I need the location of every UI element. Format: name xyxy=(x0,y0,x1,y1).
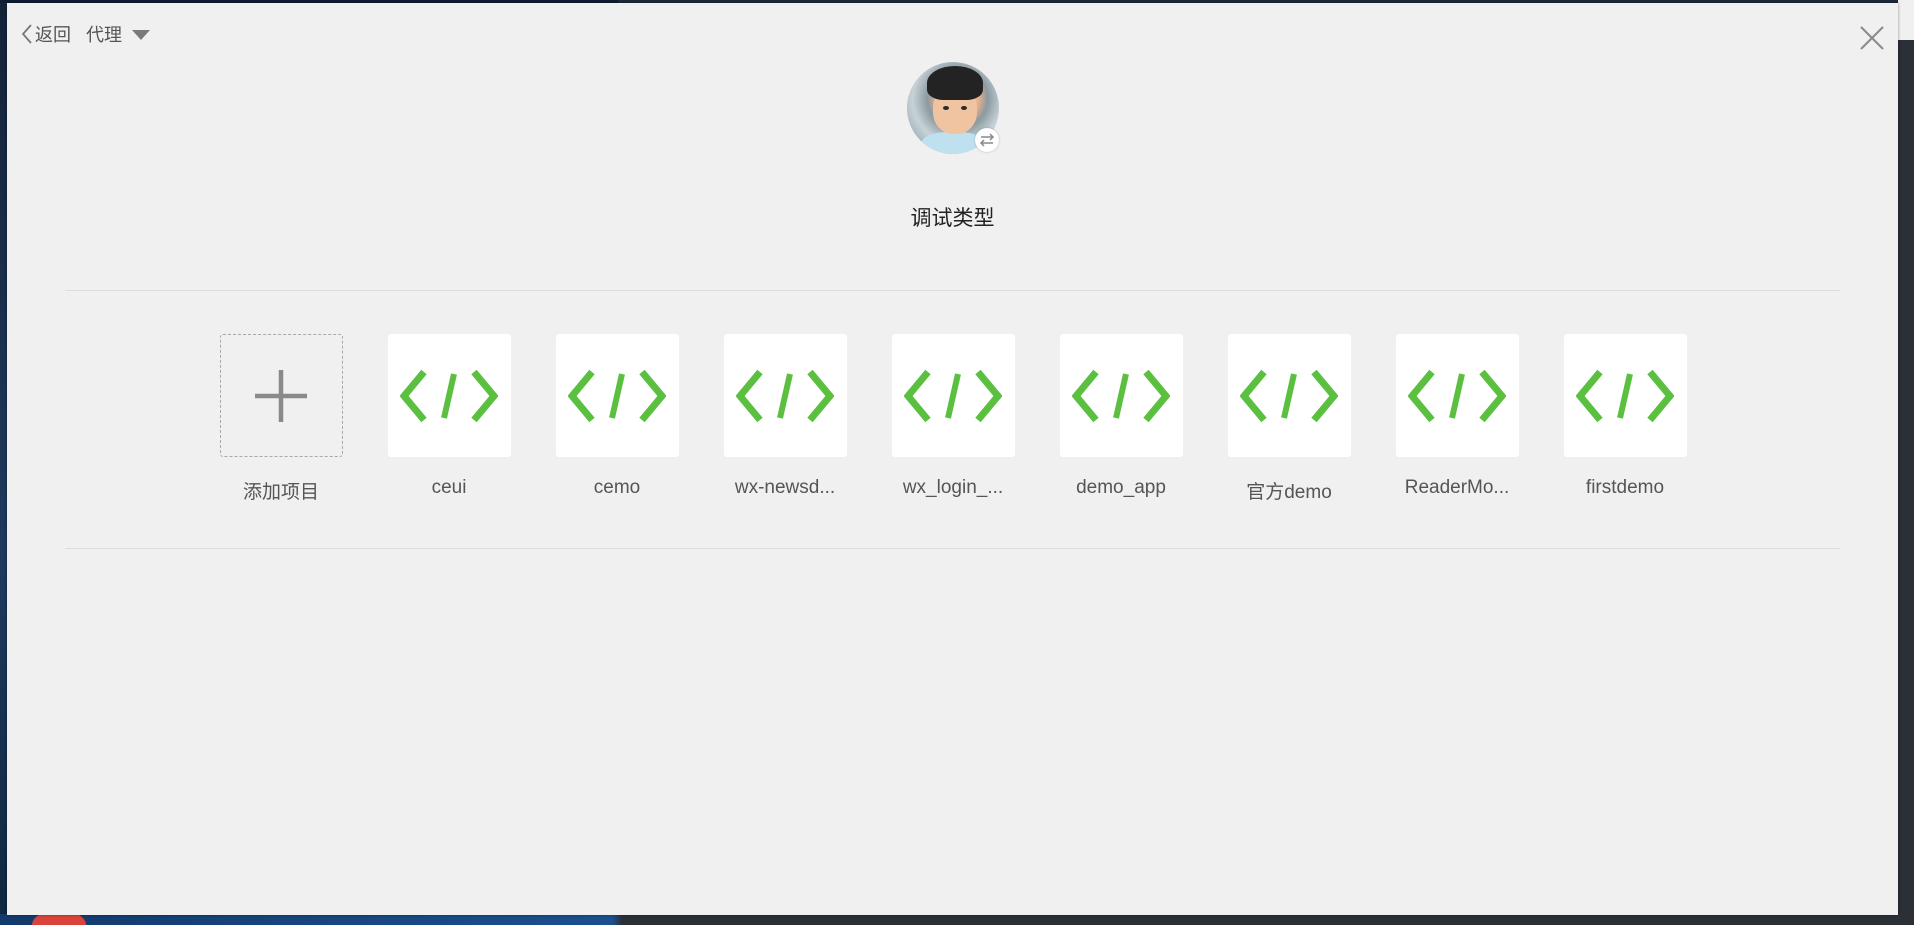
close-button[interactable] xyxy=(1857,23,1887,53)
divider-top xyxy=(65,290,1840,291)
project-item[interactable]: firstdemo xyxy=(1563,334,1687,504)
proxy-dropdown[interactable]: 代理 xyxy=(86,21,150,47)
project-tile[interactable] xyxy=(1059,334,1183,457)
project-label: ReaderMo... xyxy=(1404,477,1510,498)
project-label: wx-newsd... xyxy=(734,477,836,498)
switch-account-button[interactable] xyxy=(975,128,999,152)
code-icon xyxy=(568,369,666,422)
chevron-left-icon xyxy=(21,24,32,44)
plus-icon xyxy=(255,369,307,422)
project-label: cemo xyxy=(593,477,641,498)
code-icon xyxy=(904,369,1002,422)
project-item[interactable]: wx_login_... xyxy=(891,334,1015,504)
close-icon xyxy=(1860,26,1884,50)
project-item[interactable]: ReaderMo... xyxy=(1395,334,1519,504)
caret-down-icon xyxy=(132,30,150,40)
code-icon xyxy=(1072,369,1170,422)
back-label: 返回 xyxy=(35,25,71,45)
project-label: 添加项目 xyxy=(242,482,319,503)
back-button[interactable]: 返回 xyxy=(21,21,71,47)
code-icon xyxy=(1240,369,1338,422)
project-label: firstdemo xyxy=(1585,477,1665,498)
project-tile[interactable] xyxy=(555,334,679,457)
switch-arrows-icon xyxy=(979,133,995,147)
add-project-button[interactable]: 添加项目 xyxy=(219,334,343,504)
project-tile[interactable] xyxy=(1227,334,1351,457)
project-label: ceui xyxy=(431,477,467,498)
project-tile[interactable] xyxy=(1563,334,1687,457)
project-tile[interactable] xyxy=(387,334,511,457)
add-project-tile[interactable] xyxy=(219,334,343,457)
project-label: wx_login_... xyxy=(902,477,1004,498)
divider-bottom xyxy=(65,548,1840,549)
project-item[interactable]: cemo xyxy=(555,334,679,504)
taskbar-strip xyxy=(0,914,1914,925)
desktop-background-right xyxy=(1898,0,1914,925)
code-icon xyxy=(736,369,834,422)
desktop-background-right-top xyxy=(1898,0,1914,40)
project-label: 官方demo xyxy=(1246,482,1332,503)
code-icon xyxy=(1408,369,1506,422)
project-item[interactable]: wx-newsd... xyxy=(723,334,847,504)
code-icon xyxy=(400,369,498,422)
project-select-dialog: 返回 代理 调试类型 添加项目 ceui cemo wx-newsd... wx… xyxy=(7,3,1898,915)
page-title: 调试类型 xyxy=(910,207,995,230)
project-tile[interactable] xyxy=(891,334,1015,457)
project-item[interactable]: 官方demo xyxy=(1227,334,1351,504)
project-item[interactable]: demo_app xyxy=(1059,334,1183,504)
proxy-label: 代理 xyxy=(86,25,122,45)
project-item[interactable]: ceui xyxy=(387,334,511,504)
project-tile[interactable] xyxy=(723,334,847,457)
code-icon xyxy=(1576,369,1674,422)
project-tile[interactable] xyxy=(1395,334,1519,457)
project-grid: 添加项目 ceui cemo wx-newsd... wx_login_... … xyxy=(219,334,1731,504)
project-label: demo_app xyxy=(1076,477,1166,498)
